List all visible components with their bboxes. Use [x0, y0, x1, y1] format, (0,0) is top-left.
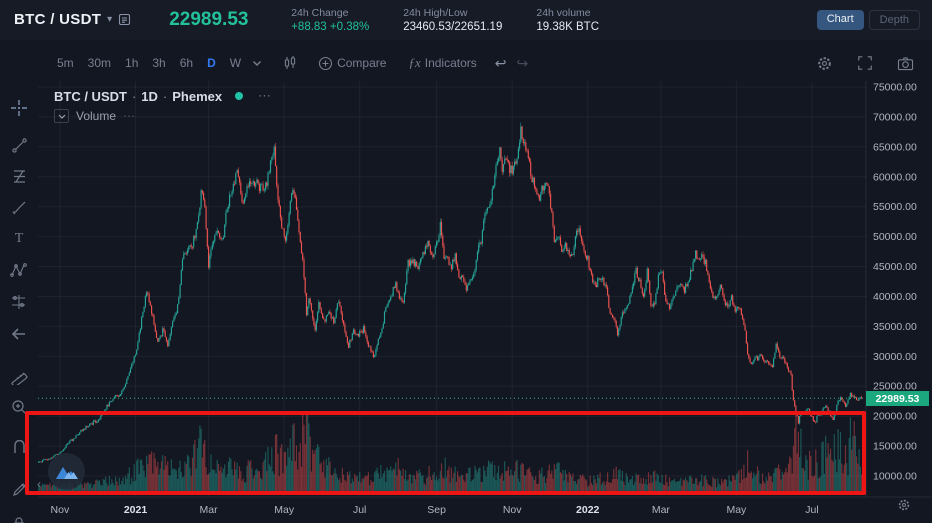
chart-legend: BTC / USDT · 1D · Phemex ⋯ — [54, 88, 272, 104]
settings-gear-icon[interactable] — [810, 55, 839, 72]
legend-separator: · — [132, 89, 136, 104]
svg-text:40000.00: 40000.00 — [873, 291, 917, 303]
svg-text:50000.00: 50000.00 — [873, 231, 917, 243]
svg-text:Mar: Mar — [652, 504, 671, 516]
svg-text:Jul: Jul — [353, 504, 366, 516]
text-tool-icon[interactable]: T — [9, 229, 29, 249]
ruler-icon[interactable] — [9, 366, 29, 386]
lock-icon[interactable] — [9, 514, 29, 523]
interval-button-1h[interactable]: 1h — [120, 53, 143, 73]
annotation-rectangle — [25, 411, 866, 495]
interval-button-30m[interactable]: 30m — [83, 53, 116, 73]
interval-button-w[interactable]: W — [225, 53, 246, 73]
interval-button-3h[interactable]: 3h — [147, 53, 170, 73]
forecast-tool-icon[interactable] — [9, 292, 29, 312]
svg-text:30000.00: 30000.00 — [873, 351, 917, 363]
trendline-icon[interactable] — [9, 135, 29, 155]
stat-value: 19.38K BTC — [536, 21, 599, 33]
svg-text:Jul: Jul — [805, 504, 818, 516]
interval-button-5m[interactable]: 5m — [52, 53, 79, 73]
svg-text:Nov: Nov — [503, 504, 522, 516]
svg-text:65000.00: 65000.00 — [873, 141, 917, 153]
compare-button[interactable]: Compare — [318, 56, 386, 71]
crosshair-icon[interactable] — [9, 98, 29, 118]
indicators-label: Indicators — [425, 56, 477, 70]
svg-text:35000.00: 35000.00 — [873, 321, 917, 333]
legend-symbol: BTC / USDT — [54, 89, 127, 104]
volume-more-button[interactable]: ⋯ — [123, 109, 136, 123]
undo-icon[interactable]: ↩ — [495, 55, 507, 72]
fx-icon: ƒx — [408, 55, 420, 71]
stat-value: +88.83 +0.38% — [291, 21, 369, 33]
brush-icon[interactable] — [9, 197, 29, 217]
interval-button-6h[interactable]: 6h — [175, 53, 198, 73]
depth-view-button[interactable]: Depth — [869, 10, 920, 30]
contract-spec-icon[interactable] — [118, 13, 131, 26]
fib-tools-icon[interactable] — [9, 166, 29, 186]
legend-separator: · — [163, 89, 167, 104]
legend-exchange: Phemex — [172, 89, 222, 104]
interval-buttons: 5m30m1h3h6hDW — [38, 53, 246, 73]
price-axis-labels: 75000.00 70000.00 65000.00 60000.00 55000.00… — [873, 82, 917, 483]
svg-text:May: May — [726, 504, 747, 516]
camera-icon[interactable] — [891, 55, 920, 72]
compare-label: Compare — [337, 56, 386, 70]
top-info-bar: BTC / USDT ▾ 22989.53 24h Change +88.83 … — [0, 0, 932, 40]
interval-button-d[interactable]: D — [202, 53, 221, 73]
legend-more-button[interactable]: ⋯ — [258, 88, 272, 104]
svg-text:55000.00: 55000.00 — [873, 201, 917, 213]
volume-study-label: Volume — [76, 109, 116, 123]
svg-text:2021: 2021 — [124, 504, 148, 516]
svg-text:70000.00: 70000.00 — [873, 111, 917, 123]
svg-text:60000.00: 60000.00 — [873, 171, 917, 183]
stat-24h-change: 24h Change +88.83 +0.38% — [291, 7, 369, 33]
last-price: 22989.53 — [169, 9, 265, 31]
svg-text:Sep: Sep — [427, 504, 446, 516]
interval-chevron-down-icon[interactable] — [246, 60, 268, 67]
redo-icon[interactable]: ↪ — [517, 55, 529, 72]
fullscreen-icon[interactable] — [851, 55, 879, 72]
svg-text:15000.00: 15000.00 — [873, 441, 917, 453]
stat-24h-volume: 24h volume 19.38K BTC — [536, 7, 599, 33]
symbol-selector[interactable]: BTC / USDT ▾ — [0, 11, 141, 28]
svg-text:10000.00: 10000.00 — [873, 471, 917, 483]
svg-text:45000.00: 45000.00 — [873, 261, 917, 273]
stat-label: 24h Change — [291, 7, 369, 19]
chart-view-button[interactable]: Chart — [817, 10, 864, 30]
stats-strip: 24h Change +88.83 +0.38% 24h High/Low 23… — [291, 7, 599, 33]
history-controls: ↩ ↪ — [495, 55, 528, 72]
svg-text:May: May — [274, 504, 295, 516]
volume-study-row: Volume ⋯ — [54, 109, 136, 123]
chart-depth-toggle: Chart Depth — [817, 10, 920, 30]
stat-value: 23460.53/22651.19 — [403, 21, 502, 33]
candle-style-icon[interactable] — [276, 55, 304, 72]
chart-toolbar: 5m30m1h3h6hDW Compare ƒx Indicators ↩ ↪ — [38, 45, 932, 81]
volume-collapse-chevron-icon[interactable] — [54, 109, 69, 123]
svg-text:2022: 2022 — [576, 504, 600, 516]
market-status-dot-icon — [235, 92, 243, 100]
svg-text:75000.00: 75000.00 — [873, 82, 917, 94]
xabcd-pattern-icon[interactable] — [9, 260, 29, 280]
indicators-button[interactable]: ƒx Indicators — [408, 55, 476, 71]
svg-text:20000.00: 20000.00 — [873, 411, 917, 423]
timezone-gear-icon — [900, 501, 909, 510]
svg-text:Mar: Mar — [200, 504, 219, 516]
toolbar-right-icons — [810, 55, 932, 72]
time-axis-labels: Nov 2021 Mar May Jul Sep Nov 2022 Mar May Jul — [51, 504, 819, 516]
symbol-name: BTC / USDT — [14, 11, 101, 28]
svg-text:Nov: Nov — [51, 504, 70, 516]
stat-label: 24h High/Low — [403, 7, 502, 19]
legend-interval: 1D — [141, 89, 158, 104]
stat-24h-high-low: 24h High/Low 23460.53/22651.19 — [403, 7, 502, 33]
current-price-axis-label: 22989.53 — [866, 391, 929, 406]
stat-label: 24h volume — [536, 7, 599, 19]
chevron-down-icon: ▾ — [107, 14, 112, 25]
arrow-left-icon[interactable] — [9, 324, 29, 344]
